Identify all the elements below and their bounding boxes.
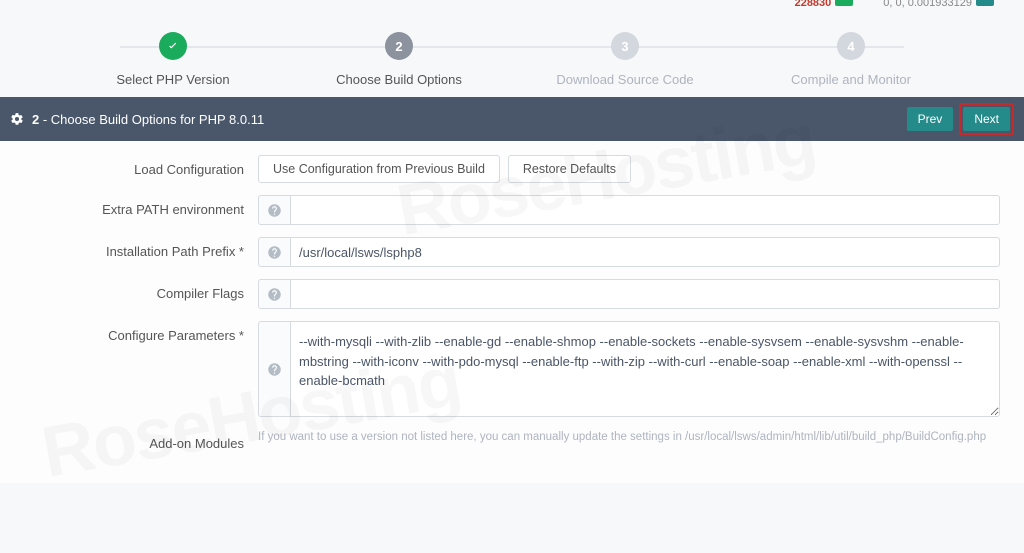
extra-path-input[interactable] [290,195,1000,225]
wizard-step-2-label: Choose Build Options [286,72,512,87]
wizard-steps: Select PHP Version 2 Choose Build Option… [0,4,1024,97]
next-button[interactable]: Next [963,107,1010,131]
help-icon[interactable] [258,279,290,309]
wizard-step-2[interactable]: 2 Choose Build Options [286,32,512,87]
panel-title: Choose Build Options for PHP 8.0.11 [51,112,264,127]
build-options-form: Load Configuration Use Configuration fro… [0,141,1024,483]
configure-params-input[interactable] [290,321,1000,417]
extra-path-label: Extra PATH environment [24,195,244,217]
use-prev-build-button[interactable]: Use Configuration from Previous Build [258,155,500,183]
gear-icon [10,112,24,126]
prev-button[interactable]: Prev [907,107,954,131]
compiler-flags-input[interactable] [290,279,1000,309]
help-icon[interactable] [258,195,290,225]
compiler-flags-label: Compiler Flags [24,279,244,301]
addon-modules-hint: If you want to use a version not listed … [258,429,986,445]
wizard-step-1[interactable]: Select PHP Version [60,32,286,87]
wizard-step-3: 3 Download Source Code [512,32,738,87]
help-icon[interactable] [258,237,290,267]
install-prefix-input[interactable] [290,237,1000,267]
restore-defaults-button[interactable]: Restore Defaults [508,155,631,183]
wizard-step-4-dot: 4 [837,32,865,60]
load-config-label: Load Configuration [24,155,244,177]
panel-step-num: 2 [32,112,39,127]
wizard-step-3-label: Download Source Code [512,72,738,87]
check-icon [159,32,187,60]
wizard-step-1-label: Select PHP Version [60,72,286,87]
addon-modules-label: Add-on Modules [24,429,244,451]
install-prefix-label: Installation Path Prefix * [24,237,244,259]
wizard-step-4: 4 Compile and Monitor [738,32,964,87]
wizard-step-4-label: Compile and Monitor [738,72,964,87]
wizard-step-3-dot: 3 [611,32,639,60]
next-highlight-box: Next [959,103,1014,135]
configure-params-label: Configure Parameters * [24,321,244,343]
panel-header: 2 - Choose Build Options for PHP 8.0.11 … [0,97,1024,141]
help-icon[interactable] [258,321,290,417]
wizard-step-2-dot: 2 [385,32,413,60]
